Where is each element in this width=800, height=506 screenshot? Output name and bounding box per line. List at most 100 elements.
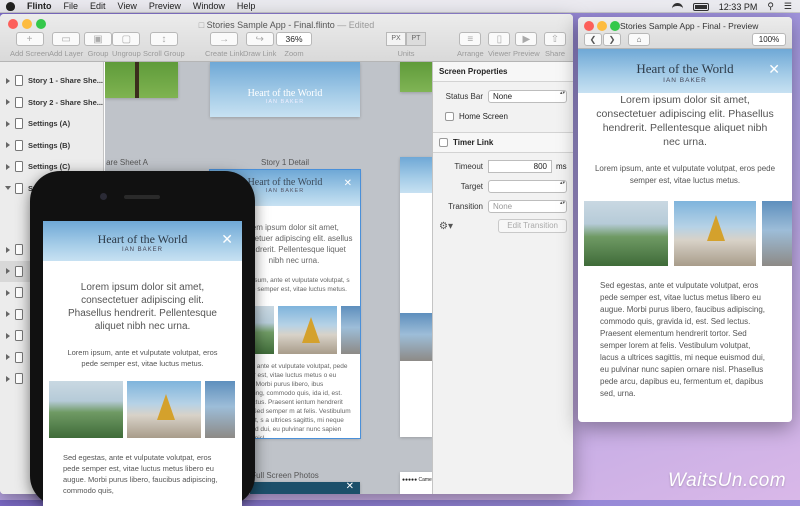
menu-preview[interactable]: Preview bbox=[149, 1, 181, 11]
timer-link-checkbox[interactable] bbox=[439, 138, 448, 147]
group-button[interactable]: ▣ Group bbox=[84, 32, 112, 58]
mountain-photo bbox=[584, 201, 668, 266]
zoom-window-button[interactable] bbox=[610, 21, 620, 31]
status-bar-select[interactable]: None bbox=[488, 89, 567, 103]
preview-story-author: IAN BAKER bbox=[663, 77, 707, 84]
apple-icon[interactable] bbox=[6, 1, 15, 11]
thumbnail-story-author: IAN BAKER bbox=[265, 99, 305, 105]
draw-link-button[interactable]: ↪ Draw Link bbox=[243, 32, 276, 58]
main-titlebar: □ Stories Sample App - Final.flinto — Ed… bbox=[0, 14, 573, 62]
close-window-button[interactable] bbox=[584, 21, 594, 31]
disclosure-triangle-icon[interactable] bbox=[6, 163, 10, 170]
disclosure-triangle-icon[interactable] bbox=[6, 311, 10, 318]
create-link-button[interactable]: → Create Link bbox=[205, 32, 243, 58]
disclosure-triangle-icon[interactable] bbox=[6, 246, 10, 253]
card-label-share-sheet-a: are Sheet A bbox=[106, 158, 148, 167]
share-button[interactable]: ⇧ Share bbox=[544, 32, 566, 58]
ungroup-button[interactable]: ▢ Ungroup bbox=[112, 32, 141, 58]
minimize-window-button[interactable] bbox=[597, 21, 607, 31]
zoom-control[interactable]: 36% Zoom bbox=[276, 32, 312, 58]
screen-camera[interactable]: ●●●●● Came bbox=[400, 472, 432, 494]
arrange-button[interactable]: ≡ Arrange bbox=[457, 32, 484, 58]
timeout-input[interactable]: 800 bbox=[488, 159, 552, 173]
window-title-text: Stories Sample App - Final.flinto bbox=[206, 20, 335, 30]
scroll-group-button[interactable]: ↕ Scroll Group bbox=[143, 32, 185, 58]
disclosure-triangle-icon[interactable] bbox=[6, 354, 10, 361]
phone-photo-strip[interactable] bbox=[43, 381, 242, 438]
menu-file[interactable]: File bbox=[64, 1, 79, 11]
transition-row: Transition None bbox=[433, 196, 573, 216]
preview-title: Stories Sample App - Final - Preview bbox=[620, 21, 759, 31]
home-icon[interactable]: ⌂ bbox=[628, 33, 650, 46]
timeout-label: Timeout bbox=[454, 161, 483, 171]
units-px-button[interactable]: PX bbox=[386, 32, 406, 46]
screen-icon bbox=[15, 330, 23, 342]
preview-photo-strip[interactable] bbox=[578, 201, 792, 266]
units-control: PX PT Units bbox=[386, 32, 426, 58]
sidebar-item-settings-a[interactable]: Settings (A) bbox=[0, 113, 103, 135]
units-pt-button[interactable]: PT bbox=[406, 32, 426, 46]
menu-edit[interactable]: Edit bbox=[90, 1, 106, 11]
add-layer-button[interactable]: ▭ Add Layer bbox=[49, 32, 83, 58]
home-screen-checkbox[interactable] bbox=[445, 111, 454, 121]
card-label-story1-detail: Story 1 Detail bbox=[260, 158, 310, 167]
document-icon: □ bbox=[198, 20, 205, 30]
sidebar-item-story2[interactable]: Story 2 - Share She... bbox=[0, 92, 103, 114]
screen-icon bbox=[15, 244, 23, 256]
close-icon[interactable]: ✕ bbox=[221, 231, 233, 248]
menu-clock[interactable]: 12:33 PM bbox=[719, 2, 758, 12]
disclosure-triangle-icon[interactable] bbox=[6, 99, 10, 106]
close-icon[interactable]: ✕ bbox=[768, 61, 780, 78]
menu-help[interactable]: Help bbox=[237, 1, 256, 11]
menu-app-name[interactable]: Flinto bbox=[27, 1, 52, 11]
disclosure-triangle-icon[interactable] bbox=[6, 268, 10, 275]
home-screen-row: Home Screen bbox=[433, 106, 573, 126]
edit-transition-button[interactable]: Edit Transition bbox=[498, 219, 567, 233]
wifi-icon[interactable] bbox=[671, 2, 683, 11]
disclosure-triangle-icon[interactable] bbox=[6, 375, 10, 382]
viewer-button[interactable]: ▯ Viewer bbox=[488, 32, 511, 58]
preview-button[interactable]: ▶ Preview bbox=[513, 32, 540, 58]
speaker-grille bbox=[124, 195, 160, 199]
temple-photo bbox=[278, 306, 337, 354]
watermark: WaitsUn.com bbox=[668, 470, 787, 491]
screen-thumbnail-right-2[interactable] bbox=[400, 157, 432, 437]
draw-link-icon: ↪ bbox=[245, 32, 274, 46]
screen-full-screen-photos[interactable]: ✕ bbox=[250, 482, 360, 494]
phone-para2: Sed egestas, ante et vulputate volutpat,… bbox=[63, 453, 218, 495]
disclosure-triangle-icon[interactable] bbox=[6, 332, 10, 339]
preview-zoom-select[interactable]: 100% bbox=[752, 33, 786, 46]
add-screen-button[interactable]: + Add Screen bbox=[10, 32, 49, 58]
battery-icon[interactable] bbox=[692, 2, 709, 11]
sidebar-item-story1[interactable]: Story 1 - Share She... bbox=[0, 70, 103, 92]
screen-icon bbox=[15, 373, 23, 385]
gear-icon[interactable]: ⚙▾ bbox=[439, 221, 453, 232]
plus-icon: + bbox=[15, 32, 44, 46]
viewer-label: Viewer bbox=[488, 49, 511, 58]
disclosure-triangle-icon[interactable] bbox=[6, 120, 10, 127]
palm-tree-image bbox=[135, 62, 139, 98]
transition-select[interactable]: None bbox=[488, 199, 567, 213]
disclosure-triangle-icon[interactable] bbox=[6, 289, 10, 296]
photo-thumbnail bbox=[400, 313, 432, 361]
forward-arrow-icon[interactable]: ❯ bbox=[603, 33, 621, 46]
menu-view[interactable]: View bbox=[118, 1, 137, 11]
screen-thumbnail-share-sheet[interactable] bbox=[105, 62, 178, 98]
disclosure-triangle-icon[interactable] bbox=[5, 186, 11, 191]
search-icon[interactable]: ⚲ bbox=[767, 1, 774, 12]
disclosure-triangle-icon[interactable] bbox=[6, 142, 10, 149]
back-arrow-icon[interactable]: ❮ bbox=[584, 33, 602, 46]
disclosure-triangle-icon[interactable] bbox=[6, 77, 10, 84]
screen-thumbnail-story1[interactable]: Heart of the World IAN BAKER bbox=[210, 62, 360, 117]
zoom-value[interactable]: 36% bbox=[276, 32, 312, 46]
sidebar-item-settings-b[interactable]: Settings (B) bbox=[0, 135, 103, 157]
preview-story-title: Heart of the World bbox=[636, 61, 734, 76]
create-link-label: Create Link bbox=[205, 49, 244, 58]
properties-panel: Screen Properties Status Bar None Home S… bbox=[432, 62, 573, 494]
phone-screen[interactable]: Heart of the World IAN BAKER ✕ Lorem ips… bbox=[43, 221, 242, 506]
screen-thumbnail-right[interactable] bbox=[400, 62, 432, 92]
menu-window[interactable]: Window bbox=[193, 1, 225, 11]
target-select[interactable] bbox=[488, 179, 567, 193]
menu-list-icon[interactable]: ☰ bbox=[784, 1, 792, 12]
screen-icon bbox=[15, 351, 23, 363]
